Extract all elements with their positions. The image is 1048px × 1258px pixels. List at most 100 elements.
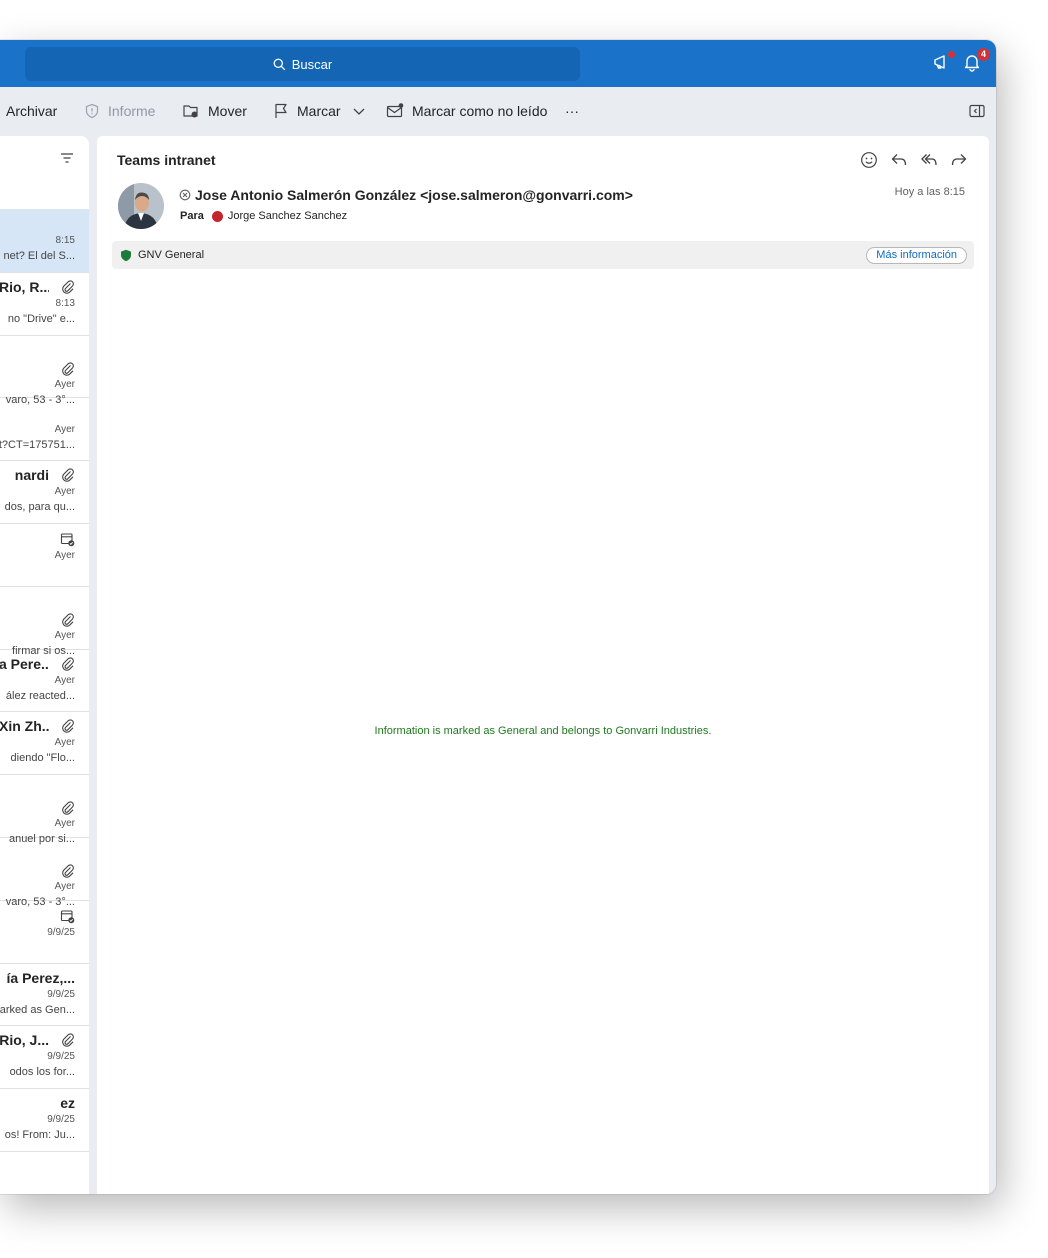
sender-avatar[interactable] bbox=[118, 183, 164, 229]
outlook-window: Buscar 4 Archivar Informe Mover Marcar M… bbox=[0, 40, 996, 1194]
paperclip-icon bbox=[61, 468, 75, 487]
mark-unread-button[interactable]: Marcar como no leído bbox=[386, 87, 547, 135]
message-time: Ayer bbox=[54, 818, 75, 830]
envelope-dot-icon bbox=[386, 103, 404, 118]
message-list-item[interactable]: Ayer bbox=[0, 523, 89, 587]
message-time: 9/9/25 bbox=[47, 988, 75, 1000]
folder-move-icon bbox=[183, 105, 198, 118]
message-preview: no "Drive" e... bbox=[7, 312, 75, 325]
message-actions bbox=[859, 150, 969, 170]
received-date: Hoy a las 8:15 bbox=[894, 186, 965, 198]
message-time: Ayer bbox=[54, 737, 75, 749]
message-list-item[interactable]: Ayer varo, 53 - 3°... bbox=[0, 335, 89, 406]
message-preview: arked as Gen... bbox=[0, 1003, 75, 1016]
sensitivity-label: GNV General bbox=[138, 249, 205, 261]
chevron-down-icon bbox=[353, 108, 365, 115]
message-time: Ayer bbox=[54, 424, 75, 436]
message-preview: net? El del S... bbox=[3, 250, 75, 262]
shield-icon bbox=[85, 103, 99, 119]
paperclip-icon bbox=[61, 1033, 75, 1052]
more-actions-button[interactable]: ··· bbox=[565, 87, 579, 135]
message-preview: os! From: Ju... bbox=[4, 1129, 75, 1142]
flag-label: Marcar bbox=[297, 103, 341, 119]
paperclip-icon bbox=[61, 719, 75, 738]
move-button[interactable]: Mover bbox=[182, 87, 247, 135]
flag-dropdown-button[interactable] bbox=[352, 87, 366, 135]
message-list-item[interactable]: ez 9/9/25 os! From: Ju... bbox=[0, 1088, 89, 1152]
message-list-item[interactable]: Rio, J... 9/9/25 odos los for... bbox=[0, 1025, 89, 1090]
message-list-item[interactable]: Ayer t?CT=175751... bbox=[0, 397, 89, 462]
pane-toggle-icon bbox=[969, 104, 985, 118]
message-time: 8:15 bbox=[55, 235, 75, 246]
message-list-item[interactable]: Xin Zh... Ayer diendo "Flo... bbox=[0, 711, 89, 776]
message-time: Ayer bbox=[54, 378, 75, 390]
message-time: Ayer bbox=[54, 629, 75, 641]
more-info-button[interactable]: Más información bbox=[866, 247, 967, 264]
title-bar: Buscar 4 bbox=[0, 40, 996, 87]
calendar-icon bbox=[60, 532, 75, 552]
message-time: Ayer bbox=[54, 674, 75, 686]
message-time: Ayer bbox=[54, 550, 75, 561]
recipient-line: Para Jorge Sanchez Sanchez bbox=[180, 210, 347, 222]
reading-pane: Teams intranet Jose Antonio Salmerón Gon… bbox=[97, 136, 989, 1194]
message-list-item[interactable]: ía Perez,... 9/9/25 arked as Gen... bbox=[0, 963, 89, 1027]
message-preview: ález reacted... bbox=[5, 689, 75, 702]
message-list-item[interactable]: a Pere... Ayer ález reacted... bbox=[0, 649, 89, 713]
paperclip-icon bbox=[61, 280, 75, 299]
message-time: Ayer bbox=[54, 486, 75, 498]
status-unknown-icon bbox=[179, 189, 191, 201]
presence-busy-icon bbox=[211, 210, 223, 222]
paperclip-icon bbox=[61, 656, 75, 676]
sender-name[interactable]: Jose Antonio Salmerón González <jose.sal… bbox=[195, 187, 633, 203]
megaphone-icon[interactable] bbox=[932, 51, 955, 74]
more-label: ··· bbox=[565, 103, 579, 119]
calendar-icon bbox=[60, 909, 75, 929]
message-list-item[interactable]: Ayer varo, 53 - 3°... bbox=[0, 837, 89, 908]
message-preview: diendo "Flo... bbox=[10, 752, 75, 765]
filter-icon[interactable] bbox=[60, 152, 74, 164]
message-time: 9/9/25 bbox=[47, 1114, 75, 1126]
message-body: Information is marked as General and bel… bbox=[374, 725, 712, 737]
notification-badge: 4 bbox=[977, 48, 990, 61]
message-time: 9/9/25 bbox=[47, 1051, 75, 1063]
message-sender: Rio, R... bbox=[0, 278, 49, 295]
message-preview: dos, para qu... bbox=[4, 501, 75, 514]
message-list-item[interactable]: 9/9/25 bbox=[0, 900, 89, 964]
search-icon bbox=[273, 58, 286, 70]
flag-button[interactable]: Marcar bbox=[273, 87, 341, 135]
reply-all-icon[interactable] bbox=[919, 150, 939, 170]
search-placeholder: Buscar bbox=[291, 56, 333, 72]
forward-icon[interactable] bbox=[949, 150, 969, 170]
message-sender: Xin Zh... bbox=[0, 718, 49, 735]
emoji-react-icon[interactable] bbox=[859, 150, 879, 170]
message-preview: odos los for... bbox=[9, 1066, 75, 1079]
message-list-item[interactable]: Ayer firmar si os... bbox=[0, 586, 89, 657]
message-time: 9/9/25 bbox=[47, 926, 75, 938]
message-sender: nardi bbox=[14, 467, 49, 484]
bell-icon[interactable]: 4 bbox=[962, 48, 990, 74]
message-list-item[interactable]: nardi Ayer dos, para qu... bbox=[0, 460, 89, 524]
collapse-pane-button[interactable] bbox=[969, 87, 985, 135]
message-time: Ayer bbox=[54, 881, 75, 892]
message-preview: t?CT=175751... bbox=[0, 439, 75, 452]
report-button[interactable]: Informe bbox=[84, 87, 155, 135]
archive-button[interactable]: Archivar bbox=[6, 87, 57, 135]
flag-icon bbox=[275, 103, 287, 118]
message-sender: ez bbox=[60, 1095, 75, 1112]
sender-line: Jose Antonio Salmerón González <jose.sal… bbox=[179, 187, 633, 203]
message-subject: Teams intranet bbox=[117, 152, 216, 168]
search-box[interactable]: Buscar bbox=[25, 47, 580, 81]
move-label: Mover bbox=[208, 103, 247, 119]
message-sender: a Pere... bbox=[0, 655, 49, 672]
message-time: 8:13 bbox=[55, 297, 75, 309]
recipient-name[interactable]: Jorge Sanchez Sanchez bbox=[228, 210, 347, 222]
message-sender: Rio, J... bbox=[0, 1032, 49, 1049]
reply-icon[interactable] bbox=[889, 150, 909, 170]
message-list-item[interactable]: 8:15 net? El del S... bbox=[0, 209, 89, 273]
message-list-item[interactable]: Ayer anuel por si... bbox=[0, 774, 89, 845]
to-label: Para bbox=[180, 210, 204, 222]
message-list-item[interactable]: Rio, R... 8:13 no "Drive" e... bbox=[0, 272, 89, 336]
archive-label: Archivar bbox=[6, 103, 58, 119]
list-header bbox=[0, 136, 89, 209]
shield-icon bbox=[121, 249, 131, 261]
